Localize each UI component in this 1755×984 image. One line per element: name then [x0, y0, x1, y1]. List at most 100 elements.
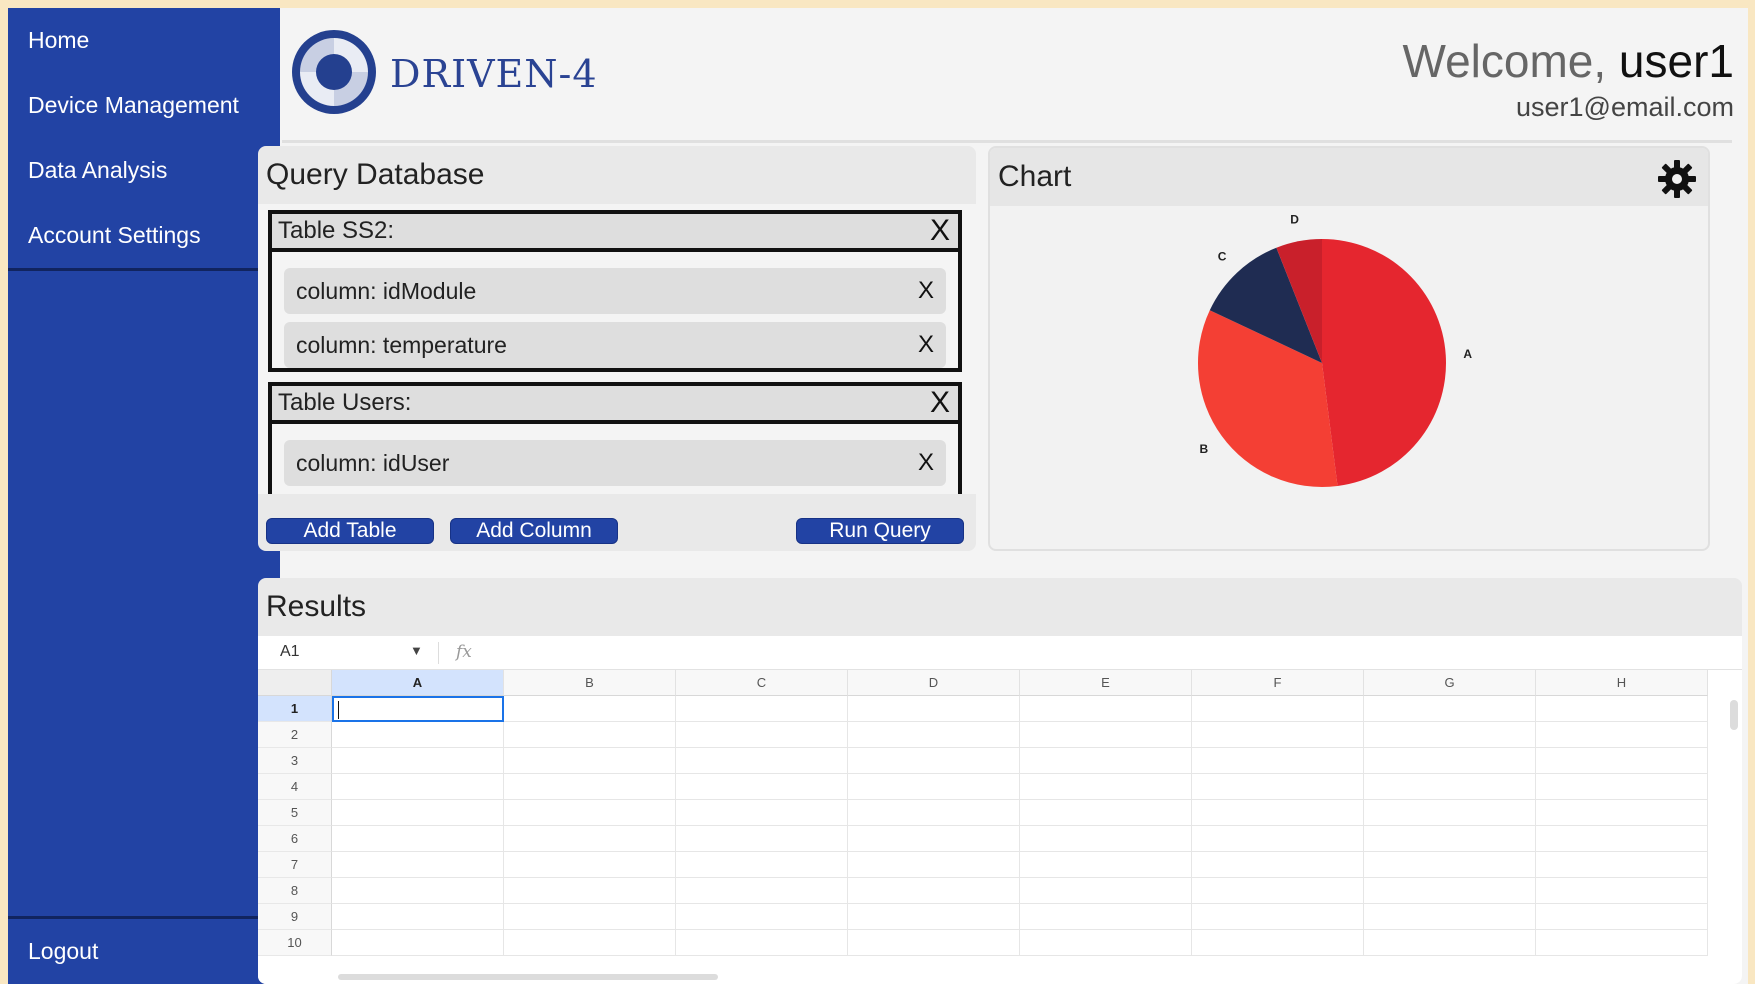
grid-line	[675, 696, 676, 956]
column-name: column: idUser	[296, 449, 450, 476]
grid-line	[503, 696, 504, 956]
grid-line	[332, 929, 1708, 930]
remove-table-button[interactable]: X	[922, 214, 958, 248]
remove-table-button[interactable]: X	[922, 386, 958, 420]
column-header-c[interactable]: C	[676, 670, 848, 696]
sidebar-item-label: Data Analysis	[28, 157, 168, 183]
pie-label-b: B	[1200, 442, 1209, 456]
table-card: Table Users: X column: idUser X	[268, 382, 962, 494]
column-name: column: temperature	[296, 331, 507, 358]
vertical-scrollbar[interactable]	[1730, 700, 1738, 730]
logout-button[interactable]: Logout	[8, 916, 280, 984]
sidebar-item-device-management[interactable]: Device Management	[8, 73, 280, 141]
column-name: column: idModule	[296, 277, 477, 304]
grid-line	[332, 955, 1708, 956]
username: user1	[1618, 35, 1734, 87]
welcome-message: Welcome, user1	[1402, 34, 1734, 88]
row-header-5[interactable]: 5	[258, 800, 332, 826]
active-cell-a1[interactable]	[332, 696, 504, 722]
text-caret	[338, 701, 339, 719]
sidebar-item-account-settings[interactable]: Account Settings	[8, 203, 280, 271]
add-table-button[interactable]: Add Table	[266, 518, 434, 544]
welcome-prefix: Welcome,	[1402, 35, 1607, 87]
driven-logo-icon	[292, 30, 376, 114]
query-tables-list[interactable]: Table SS2: X column: idModule X column: …	[258, 204, 976, 494]
table-card: Table SS2: X column: idModule X column: …	[268, 210, 962, 372]
add-column-button[interactable]: Add Column	[450, 518, 618, 544]
user-email: user1@email.com	[1516, 92, 1734, 122]
column-header-e[interactable]: E	[1020, 670, 1192, 696]
brand-name: DRIVEN-4	[390, 52, 598, 96]
pie-label-c: C	[1218, 250, 1227, 264]
grid-line	[1363, 696, 1364, 956]
table-header: Table Users: X	[272, 386, 958, 424]
grid-line	[332, 799, 1708, 800]
formula-bar: A1 ▼ fx	[258, 636, 1742, 670]
grid-line	[1191, 696, 1192, 956]
panel-title: Results	[266, 590, 367, 623]
row-header-9[interactable]: 9	[258, 904, 332, 930]
grid-line	[332, 773, 1708, 774]
spreadsheet[interactable]: A1 ▼ fx A B C D E F G H 1 2 3 4 5 6 7 8 9 10	[258, 636, 1742, 984]
column-header-f[interactable]: F	[1192, 670, 1364, 696]
pie-label-a: A	[1463, 347, 1472, 361]
row-header-7[interactable]: 7	[258, 852, 332, 878]
column-item: column: idModule X	[284, 268, 946, 314]
pie-label-d: D	[1290, 213, 1299, 227]
grid-line	[1707, 696, 1708, 956]
column-header-h[interactable]: H	[1536, 670, 1708, 696]
row-header-1[interactable]: 1	[258, 696, 332, 722]
grid-line	[1019, 696, 1020, 956]
chart-header	[990, 148, 1708, 206]
column-header-b[interactable]: B	[504, 670, 676, 696]
logout-label: Logout	[28, 938, 99, 964]
row-header-4[interactable]: 4	[258, 774, 332, 800]
sidebar-item-label: Account Settings	[28, 222, 201, 248]
grid-line	[332, 825, 1708, 826]
horizontal-scrollbar[interactable]	[338, 974, 718, 980]
column-item: column: temperature X	[284, 322, 946, 368]
column-header-g[interactable]: G	[1364, 670, 1536, 696]
sidebar-item-label: Home	[28, 27, 90, 53]
table-header: Table SS2: X	[272, 214, 958, 252]
pie-slice-a	[1322, 239, 1446, 487]
sidebar-item-data-analysis[interactable]: Data Analysis	[8, 138, 280, 206]
chevron-down-icon[interactable]: ▼	[410, 643, 423, 658]
grid-line	[847, 696, 848, 956]
grid-line	[332, 877, 1708, 878]
panel-title: Query Database	[266, 158, 485, 191]
grid-line	[332, 721, 1708, 722]
grid-line	[332, 851, 1708, 852]
sidebar-item-home[interactable]: Home	[8, 8, 280, 76]
table-name: Table Users:	[278, 389, 412, 416]
formula-separator	[438, 642, 439, 664]
app-window: Home Device Management Data Analysis Acc…	[8, 8, 1748, 984]
row-header-8[interactable]: 8	[258, 878, 332, 904]
gear-icon[interactable]	[1656, 158, 1698, 200]
spreadsheet-grid[interactable]: A B C D E F G H 1 2 3 4 5 6 7 8 9 10	[258, 670, 1708, 956]
select-all-corner[interactable]	[258, 670, 332, 696]
remove-column-button[interactable]: X	[906, 331, 946, 359]
grid-line	[1535, 696, 1536, 956]
row-header-10[interactable]: 10	[258, 930, 332, 956]
column-header-a[interactable]: A	[332, 670, 504, 696]
row-header-2[interactable]: 2	[258, 722, 332, 748]
chart-panel: Chart A B C D	[988, 146, 1710, 551]
sidebar: Home Device Management Data Analysis Acc…	[8, 8, 280, 984]
row-header-3[interactable]: 3	[258, 748, 332, 774]
fx-icon: fx	[456, 642, 472, 662]
header-divider	[282, 140, 1732, 143]
pie-chart: A B C D	[1198, 213, 1472, 487]
table-name: Table SS2:	[278, 217, 395, 244]
name-box[interactable]: A1	[280, 643, 300, 661]
row-header-6[interactable]: 6	[258, 826, 332, 852]
remove-column-button[interactable]: X	[906, 277, 946, 305]
grid-line	[332, 747, 1708, 748]
sidebar-item-label: Device Management	[28, 92, 239, 118]
header: DRIVEN-4 Welcome, user1 user1@email.com	[280, 8, 1748, 150]
column-header-d[interactable]: D	[848, 670, 1020, 696]
run-query-button[interactable]: Run Query	[796, 518, 964, 544]
results-panel: Results A1 ▼ fx A B C D E F G H 1 2 3 4 5 6 7 8 9 10	[258, 578, 1742, 984]
query-database-panel: Query Database Table SS2: X column: idMo…	[258, 146, 976, 551]
remove-column-button[interactable]: X	[906, 449, 946, 477]
